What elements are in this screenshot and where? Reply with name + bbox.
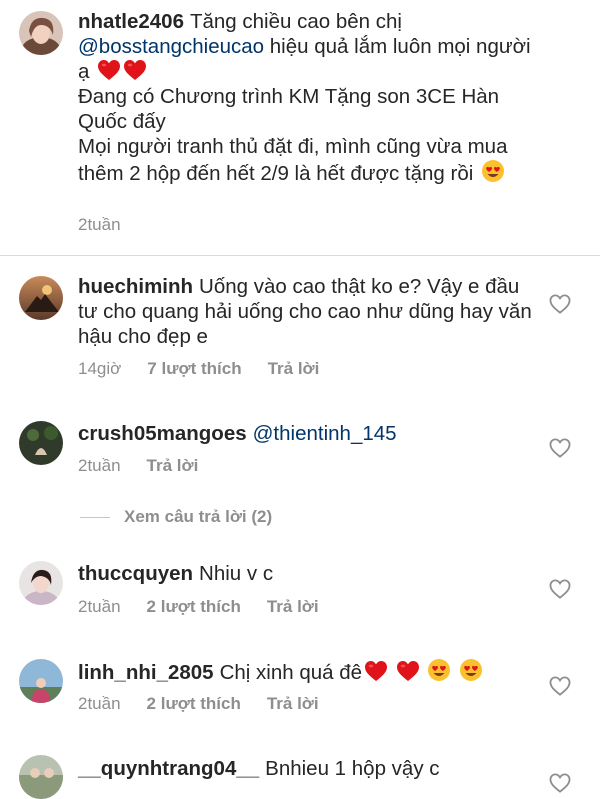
comment-text: thuccquyen Nhiu v c xyxy=(78,562,274,585)
comment-text: __quynhtrang04__ Bnhieu 1 hộp vậy c xyxy=(78,757,440,780)
view-replies-label: Xem câu trả lời (2) xyxy=(124,507,273,526)
heart-eyes-emoji xyxy=(481,159,505,183)
likes-count[interactable]: 2 lượt thích xyxy=(147,694,241,714)
like-heart-icon[interactable] xyxy=(549,676,571,696)
red-heart-emoji xyxy=(123,59,147,81)
comment-text: linh_nhi_2805 Chị xinh quá đê xyxy=(78,658,533,685)
like-heart-icon[interactable] xyxy=(549,579,571,599)
timestamp: 2tuần xyxy=(78,597,121,616)
comment-text: nhatle2406 Tăng chiều cao bên chị @bossta… xyxy=(78,10,531,185)
reply-button[interactable]: Trả lời xyxy=(147,456,199,476)
username[interactable]: crush05mangoes xyxy=(78,422,247,445)
avatar[interactable] xyxy=(19,276,63,320)
timestamp: 14giờ xyxy=(78,359,122,378)
red-heart-emoji xyxy=(97,59,121,81)
red-heart-emoji xyxy=(364,660,388,682)
comment-text: huechiminh Uống vào cao thật ko e? Vậy e … xyxy=(78,275,532,348)
reply-button[interactable]: Trả lời xyxy=(267,694,319,714)
comment-meta: 2tuần 2 lượt thích Trả lời xyxy=(78,597,319,617)
avatar[interactable] xyxy=(19,421,63,465)
comment-meta: 2tuần xyxy=(78,215,147,235)
username[interactable]: nhatle2406 xyxy=(78,10,184,33)
reply-button[interactable]: Trả lời xyxy=(267,597,319,617)
likes-count[interactable]: 7 lượt thích xyxy=(147,359,241,379)
comment-text: crush05mangoes @thientinh_145 xyxy=(78,421,533,446)
like-heart-icon[interactable] xyxy=(549,773,571,793)
view-replies-line xyxy=(80,516,110,518)
promo-line: Đang có Chương trình KM Tặng son 3CE Hàn… xyxy=(78,85,500,133)
heart-eyes-emoji xyxy=(427,658,451,682)
divider xyxy=(0,255,600,256)
avatar[interactable] xyxy=(19,755,63,799)
username[interactable]: __quynhtrang04__ xyxy=(78,757,259,780)
avatar[interactable] xyxy=(19,561,63,605)
comment-meta: 14giờ 7 lượt thích Trả lời xyxy=(78,359,319,379)
likes-count[interactable]: 2 lượt thích xyxy=(147,597,241,617)
timestamp: 2tuần xyxy=(78,694,121,713)
username[interactable]: linh_nhi_2805 xyxy=(78,661,214,684)
avatar[interactable] xyxy=(19,11,63,55)
timestamp: 2tuần xyxy=(78,215,121,234)
more-line: Mọi người tranh thủ đặt đi, mình cũng vừ… xyxy=(78,135,508,185)
username[interactable]: huechiminh xyxy=(78,275,193,298)
username[interactable]: thuccquyen xyxy=(78,562,193,585)
like-heart-icon[interactable] xyxy=(549,438,571,458)
mention-link[interactable]: @thientinh_145 xyxy=(253,422,397,445)
comment-meta: 2tuần Trả lời xyxy=(78,456,198,476)
reply-button[interactable]: Trả lời xyxy=(268,359,320,379)
like-heart-icon[interactable] xyxy=(549,294,571,314)
heart-eyes-emoji xyxy=(459,658,483,682)
timestamp: 2tuần xyxy=(78,456,121,475)
comment-meta: 2tuần 2 lượt thích Trả lời xyxy=(78,694,319,714)
view-replies-button[interactable]: Xem câu trả lời (2) xyxy=(80,507,272,527)
mention-link[interactable]: @bosstangchieucao xyxy=(78,35,264,58)
red-heart-emoji xyxy=(396,660,420,682)
avatar[interactable] xyxy=(19,659,63,703)
